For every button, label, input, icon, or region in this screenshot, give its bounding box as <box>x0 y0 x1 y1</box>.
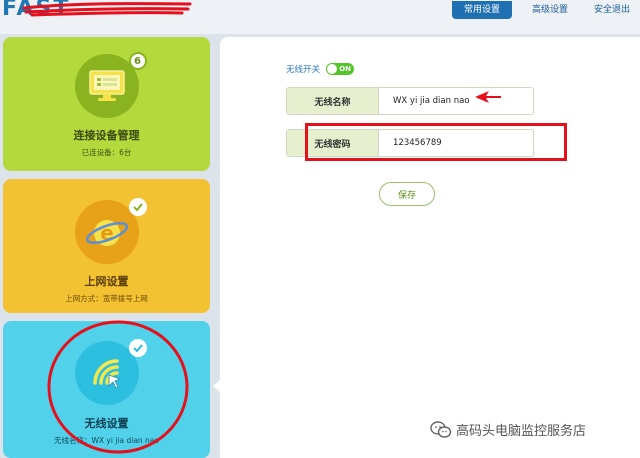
nav-common-settings[interactable]: 常用设置 <box>451 1 512 19</box>
top-nav: 常用设置 高级设置 安全退出 <box>451 0 640 20</box>
monitor-icon <box>88 70 125 101</box>
device-count-badge: 6 <box>128 52 147 70</box>
wireless-settings-panel: 无线开关 ON 无线名称 无线密码 保存 <box>220 37 640 458</box>
toggle-knob <box>327 64 338 74</box>
wireless-switch-toggle[interactable]: ON <box>326 63 355 75</box>
wireless-switch-row: 无线开关 ON <box>286 63 355 75</box>
wireless-name-label: 无线名称 <box>287 88 379 114</box>
save-button[interactable]: 保存 <box>379 182 435 206</box>
top-bar: FAST 常用设置 高级设置 安全退出 <box>0 0 640 34</box>
card-title: 连接设备管理 <box>73 129 140 142</box>
device-icon-circle: 6 <box>74 52 147 118</box>
annotation-red-box <box>305 123 567 161</box>
annotation-red-arrow <box>475 91 501 103</box>
status-check-badge <box>128 198 147 216</box>
card-internet-settings[interactable]: e 上网设置 上网方式：宽带拨号上网 <box>3 179 210 313</box>
watermark-text: 高码头电脑监控服务店 <box>456 424 587 439</box>
card-subtitle: 上网方式：宽带拨号上网 <box>65 294 148 303</box>
internet-icon-circle: e <box>74 198 147 264</box>
card-title: 上网设置 <box>84 275 129 288</box>
wireless-switch-label: 无线开关 <box>286 65 321 75</box>
nav-advanced-settings[interactable]: 高级设置 <box>522 1 578 19</box>
redaction-scribble <box>22 2 192 17</box>
panel-pointer <box>213 380 220 392</box>
wechat-icon <box>430 420 452 438</box>
card-subtitle: 已连设备：6台 <box>81 148 132 157</box>
toggle-state-text: ON <box>339 65 352 73</box>
ie-globe-icon: e <box>85 220 128 246</box>
card-connected-devices[interactable]: 6 连接设备管理 已连设备：6台 <box>3 37 210 171</box>
watermark: 高码头电脑监控服务店 <box>430 420 586 439</box>
wireless-name-input[interactable] <box>379 88 533 114</box>
nav-logout[interactable]: 安全退出 <box>584 1 640 19</box>
annotation-red-circle <box>47 320 189 454</box>
check-icon <box>132 203 143 212</box>
